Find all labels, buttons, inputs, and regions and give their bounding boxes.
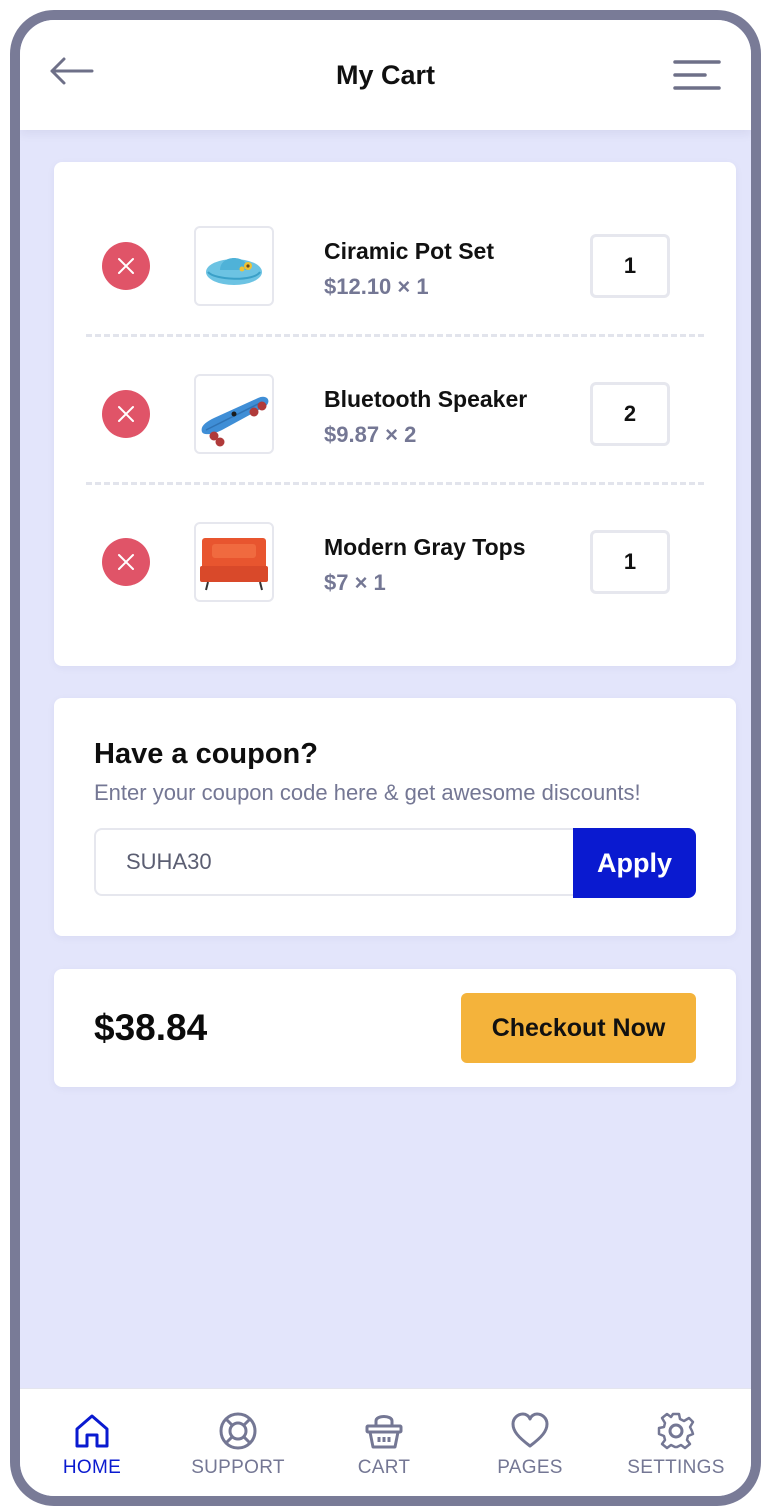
product-thumbnail[interactable] bbox=[194, 522, 274, 602]
basket-icon bbox=[365, 1415, 403, 1449]
heart-icon bbox=[511, 1412, 549, 1448]
checkout-button[interactable]: Checkout Now bbox=[461, 993, 696, 1063]
close-icon bbox=[118, 406, 134, 422]
remove-item-button[interactable] bbox=[102, 242, 150, 290]
nav-item-home[interactable]: HOME bbox=[32, 1411, 152, 1491]
remove-item-button[interactable] bbox=[102, 390, 150, 438]
menu-icon bbox=[673, 60, 721, 90]
product-thumbnail[interactable] bbox=[194, 226, 274, 306]
apply-coupon-button[interactable]: Apply bbox=[573, 828, 696, 898]
remove-item-button[interactable] bbox=[102, 538, 150, 586]
nav-label-cart: CART bbox=[357, 1457, 411, 1478]
lifebuoy-icon bbox=[219, 1412, 257, 1450]
nav-item-support[interactable]: SUPPORT bbox=[178, 1411, 298, 1491]
nav-item-cart[interactable]: CART bbox=[324, 1411, 444, 1491]
gear-icon bbox=[657, 1412, 695, 1450]
close-icon bbox=[118, 258, 134, 274]
menu-button[interactable] bbox=[673, 58, 721, 92]
orange-sofa-image bbox=[200, 538, 268, 591]
cart-total-card: $38.84 Checkout Now bbox=[54, 969, 736, 1087]
product-name[interactable]: Ciramic Pot Set bbox=[324, 238, 494, 265]
coupon-subtitle: Enter your coupon code here & get awesom… bbox=[94, 780, 641, 805]
phone-frame: My Cart Ciramic Pot Set $12.10 × 1 1 Blu… bbox=[10, 10, 761, 1506]
product-thumbnail[interactable] bbox=[194, 374, 274, 454]
close-icon bbox=[118, 554, 134, 570]
nav-item-pages[interactable]: PAGES bbox=[470, 1411, 590, 1491]
cart-list: Ciramic Pot Set $12.10 × 1 1 Bluetooth S… bbox=[54, 162, 736, 666]
product-price: $7 × 1 bbox=[324, 570, 386, 595]
nav-label-home: HOME bbox=[62, 1457, 122, 1478]
nav-item-settings[interactable]: SETTINGS bbox=[616, 1411, 736, 1491]
total-amount: $38.84 bbox=[94, 1007, 208, 1048]
app-header: My Cart bbox=[20, 20, 751, 130]
quantity-input[interactable] bbox=[590, 530, 670, 594]
coupon-card: Have a coupon? Enter your coupon code he… bbox=[54, 698, 736, 936]
product-name[interactable]: Modern Gray Tops bbox=[324, 534, 526, 561]
coupon-code-input[interactable] bbox=[94, 828, 574, 896]
nav-label-support: SUPPORT bbox=[191, 1457, 285, 1478]
quantity-input[interactable] bbox=[590, 234, 670, 298]
product-name[interactable]: Bluetooth Speaker bbox=[324, 386, 527, 413]
cart-item: Bluetooth Speaker $9.87 × 2 bbox=[86, 334, 704, 482]
nav-label-settings: SETTINGS bbox=[627, 1457, 725, 1478]
nav-label-pages: PAGES bbox=[497, 1457, 563, 1478]
cart-item: Modern Gray Tops $7 × 1 bbox=[86, 482, 704, 630]
coupon-title: Have a coupon? bbox=[94, 738, 318, 770]
product-price: $12.10 × 1 bbox=[324, 274, 429, 299]
home-icon bbox=[75, 1414, 109, 1448]
product-price: $9.87 × 2 bbox=[324, 422, 417, 447]
sun-hat-image bbox=[206, 258, 262, 285]
cart-item: Ciramic Pot Set $12.10 × 1 bbox=[54, 186, 736, 334]
quantity-input[interactable] bbox=[590, 382, 670, 446]
skateboard-image bbox=[201, 396, 269, 447]
page-title: My Cart bbox=[335, 60, 436, 90]
bottom-navigation: HOME SUPPORT CART PAGES SETTINGS bbox=[20, 1388, 751, 1496]
